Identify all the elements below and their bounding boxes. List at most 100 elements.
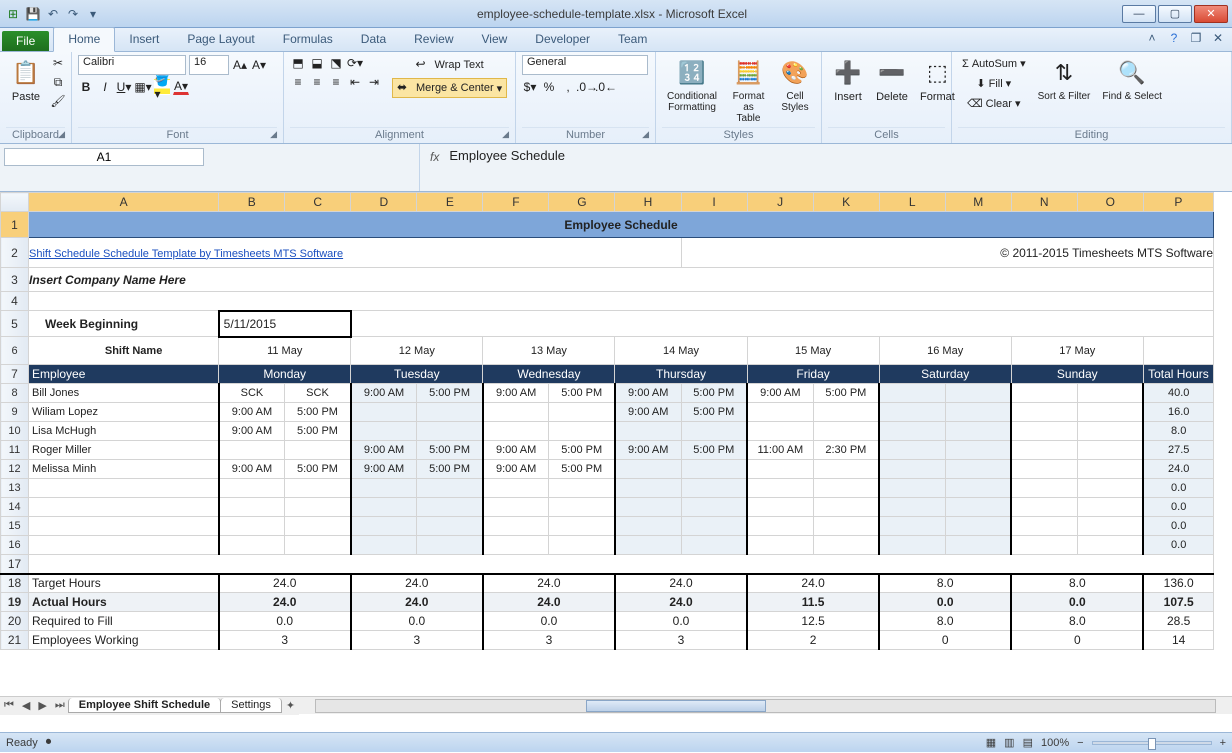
col-header[interactable]: L <box>879 193 945 212</box>
fill-color-button[interactable]: 🪣▾ <box>154 79 170 95</box>
shift-cell[interactable] <box>615 517 681 536</box>
shift-cell[interactable]: 5:00 PM <box>549 384 615 403</box>
shift-cell[interactable]: 5:00 PM <box>549 441 615 460</box>
shift-cell[interactable] <box>549 536 615 555</box>
fx-icon[interactable]: fx <box>430 150 439 164</box>
employee-name[interactable]: Lisa McHugh <box>29 422 219 441</box>
tab-developer[interactable]: Developer <box>521 28 604 51</box>
view-normal-icon[interactable]: ▦ <box>986 736 996 749</box>
shift-cell[interactable]: 9:00 AM <box>219 422 285 441</box>
fill-button[interactable]: ⬇ Fill ▾ <box>958 75 1030 92</box>
tab-nav-last-icon[interactable]: ⏭ <box>51 699 69 712</box>
shift-cell[interactable] <box>615 479 681 498</box>
align-center-icon[interactable]: ≡ <box>309 74 325 90</box>
shift-cell[interactable] <box>1011 403 1077 422</box>
row-header[interactable]: 2 <box>1 238 29 268</box>
minimize-button[interactable]: ― <box>1122 5 1156 23</box>
shift-cell[interactable] <box>681 498 747 517</box>
close-button[interactable]: ✕ <box>1194 5 1228 23</box>
macro-record-icon[interactable]: ⏺ <box>46 736 52 749</box>
tab-home[interactable]: Home <box>53 27 115 52</box>
decrease-indent-icon[interactable]: ⇤ <box>347 74 363 90</box>
shift-cell[interactable]: 11:00 AM <box>747 441 813 460</box>
row-header[interactable]: 10 <box>1 422 29 441</box>
shift-cell[interactable] <box>945 479 1011 498</box>
shift-cell[interactable] <box>879 422 945 441</box>
shift-cell[interactable] <box>945 536 1011 555</box>
dialog-launcher-icon[interactable]: ◢ <box>58 129 65 140</box>
shift-cell[interactable] <box>615 498 681 517</box>
shift-cell[interactable] <box>945 498 1011 517</box>
shift-cell[interactable] <box>483 517 549 536</box>
clear-button[interactable]: ⌫ Clear ▾ <box>958 95 1030 112</box>
shift-cell[interactable] <box>1077 403 1143 422</box>
insert-button[interactable]: ➕Insert <box>828 55 868 105</box>
col-header[interactable]: K <box>813 193 879 212</box>
employee-name[interactable] <box>29 517 219 536</box>
save-icon[interactable]: 💾 <box>24 5 42 23</box>
shift-cell[interactable]: 9:00 AM <box>219 460 285 479</box>
horizontal-scrollbar[interactable] <box>315 699 1216 713</box>
accounting-format-icon[interactable]: $▾ <box>522 79 538 95</box>
font-name-select[interactable]: Calibri <box>78 55 186 75</box>
row-header[interactable]: 9 <box>1 403 29 422</box>
increase-indent-icon[interactable]: ⇥ <box>366 74 382 90</box>
shift-cell[interactable]: 9:00 AM <box>351 460 417 479</box>
row-header[interactable]: 15 <box>1 517 29 536</box>
shift-cell[interactable]: 5:00 PM <box>285 422 351 441</box>
row-header[interactable]: 13 <box>1 479 29 498</box>
format-painter-icon[interactable]: 🖌 <box>50 93 66 109</box>
shift-cell[interactable] <box>1011 460 1077 479</box>
shift-cell[interactable] <box>879 498 945 517</box>
cell-styles-button[interactable]: 🎨Cell Styles <box>775 55 815 115</box>
shift-cell[interactable]: 9:00 AM <box>351 384 417 403</box>
shift-cell[interactable] <box>813 498 879 517</box>
shift-cell[interactable]: 5:00 PM <box>549 460 615 479</box>
shift-cell[interactable] <box>351 517 417 536</box>
shift-cell[interactable] <box>747 517 813 536</box>
shift-cell[interactable]: 9:00 AM <box>615 441 681 460</box>
shift-cell[interactable] <box>945 460 1011 479</box>
shift-cell[interactable] <box>945 422 1011 441</box>
shift-cell[interactable] <box>351 422 417 441</box>
shift-cell[interactable] <box>879 460 945 479</box>
employee-name[interactable]: Roger Miller <box>29 441 219 460</box>
shift-cell[interactable] <box>1077 498 1143 517</box>
shift-cell[interactable] <box>747 498 813 517</box>
employee-name[interactable]: Wiliam Lopez <box>29 403 219 422</box>
orientation-icon[interactable]: ⟳▾ <box>347 55 363 71</box>
shift-cell[interactable]: SCK <box>219 384 285 403</box>
shift-cell[interactable] <box>219 536 285 555</box>
shift-cell[interactable] <box>615 536 681 555</box>
undo-icon[interactable]: ↶ <box>44 5 62 23</box>
align-bottom-icon[interactable]: ⬔ <box>328 55 344 71</box>
shift-cell[interactable]: 5:00 PM <box>813 384 879 403</box>
help-icon[interactable]: ? <box>1166 30 1182 46</box>
shift-name-cell[interactable]: Shift Name <box>29 337 219 365</box>
col-header[interactable]: F <box>483 193 549 212</box>
tab-nav-first-icon[interactable]: ⏮ <box>0 699 18 712</box>
row-header[interactable]: 4 <box>1 292 29 311</box>
employee-name[interactable]: Bill Jones <box>29 384 219 403</box>
window-restore-icon[interactable]: ❐ <box>1188 30 1204 46</box>
shift-cell[interactable]: 9:00 AM <box>747 384 813 403</box>
shift-cell[interactable] <box>549 422 615 441</box>
shrink-font-icon[interactable]: A▾ <box>251 57 267 73</box>
window-close-icon[interactable]: ✕ <box>1210 30 1226 46</box>
scroll-thumb[interactable] <box>586 700 766 712</box>
shift-cell[interactable] <box>219 498 285 517</box>
shift-cell[interactable] <box>285 517 351 536</box>
shift-cell[interactable] <box>483 498 549 517</box>
qat-dropdown-icon[interactable]: ▾ <box>84 5 102 23</box>
shift-cell[interactable]: 5:00 PM <box>285 460 351 479</box>
spreadsheet-grid[interactable]: ABCDEFGHIJKLMNOP1Employee Schedule2Shift… <box>0 192 1232 732</box>
shift-cell[interactable]: 9:00 AM <box>483 441 549 460</box>
formula-input[interactable]: Employee Schedule <box>445 146 1228 165</box>
tab-insert[interactable]: Insert <box>115 28 173 51</box>
number-format-select[interactable]: General <box>522 55 648 75</box>
shift-cell[interactable] <box>879 403 945 422</box>
shift-cell[interactable] <box>549 479 615 498</box>
shift-cell[interactable] <box>945 441 1011 460</box>
comma-format-icon[interactable]: , <box>560 79 576 95</box>
zoom-slider[interactable] <box>1092 741 1212 745</box>
